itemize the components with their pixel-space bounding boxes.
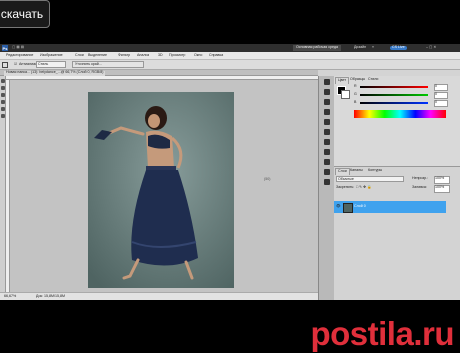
r-slider[interactable] xyxy=(360,86,428,88)
menu-item-view[interactable]: Просмотр xyxy=(169,53,185,58)
menu-item-image[interactable]: Изображение xyxy=(40,53,63,58)
menu-item-select[interactable]: Выделение xyxy=(88,53,107,58)
actions-icon[interactable] xyxy=(323,99,330,105)
tab-swatches[interactable]: Образцы xyxy=(350,77,365,82)
download-button[interactable]: скачать xyxy=(0,0,50,28)
menu-item-filter[interactable]: Фильтр xyxy=(118,53,130,58)
background-swatch[interactable] xyxy=(341,90,350,99)
tab-layers[interactable]: Слои xyxy=(335,168,350,175)
tab-color[interactable]: Цвет xyxy=(335,77,350,84)
zoom-readout[interactable]: 66,67% xyxy=(4,294,16,299)
postila-watermark: postila.ru xyxy=(310,315,454,352)
opacity-label: Непрозр.: xyxy=(412,176,429,180)
layer-thumbnail xyxy=(343,203,353,213)
paths-icon[interactable] xyxy=(323,139,330,145)
history-icon[interactable] xyxy=(323,89,330,95)
panel-icon-strip xyxy=(318,76,334,300)
layer-row[interactable]: 👁 Слой 0 xyxy=(334,201,446,213)
eraser-tool-icon[interactable] xyxy=(0,107,5,111)
character-icon[interactable] xyxy=(323,169,330,175)
window-controls[interactable]: – ▢ ✕ xyxy=(426,45,436,50)
b-label: B xyxy=(354,100,357,104)
r-label: R xyxy=(354,84,357,88)
canvas-scratch-label: (50) xyxy=(264,177,271,181)
doc-size-readout: Док: 15,8М/15,8М xyxy=(36,294,66,298)
application-bar: Ps ▢ ▦ ▤ Основная рабочая среда Дизайн »… xyxy=(0,44,460,52)
channels-icon[interactable] xyxy=(323,149,330,155)
paragraph-icon[interactable] xyxy=(323,179,330,185)
opacity-field[interactable]: 100% xyxy=(434,176,450,184)
visibility-eye-icon[interactable]: 👁 xyxy=(336,204,341,209)
layer-name[interactable]: Слой 0 xyxy=(354,204,366,209)
adjustments-icon[interactable] xyxy=(323,109,330,115)
lock-label: Закрепить: xyxy=(336,185,355,189)
menu-item-analysis[interactable]: Анализ xyxy=(137,53,149,58)
r-value[interactable]: 0 xyxy=(434,84,448,91)
blend-mode-select[interactable]: Обычные xyxy=(336,176,404,182)
color-spectrum[interactable] xyxy=(354,110,446,118)
antialias-label: Антиалиас xyxy=(19,62,37,66)
layers-panel: Слои Каналы Контуры Обычные Непрозр.: 10… xyxy=(334,166,460,300)
menu-item-help[interactable]: Справка xyxy=(209,53,223,58)
lock-icons[interactable]: □ ✎ ✥ 🔒 xyxy=(356,185,372,190)
dancer-photo xyxy=(88,92,234,288)
photoshop-logo: Ps xyxy=(2,45,8,51)
menu-item-edit[interactable]: Редактирование xyxy=(6,53,33,58)
brush-tool-icon[interactable] xyxy=(0,100,5,104)
color-panel: Цвет Образцы Стили R 0 G 0 B 0 xyxy=(334,76,460,166)
styles-icon[interactable] xyxy=(323,129,330,135)
b-value[interactable]: 0 xyxy=(434,100,448,107)
g-label: G xyxy=(354,92,357,96)
bridge-icon[interactable]: ▢ ▦ ▤ xyxy=(12,45,24,50)
download-button-label: скачать xyxy=(0,7,44,21)
b-slider[interactable] xyxy=(360,102,428,104)
fill-field[interactable]: 100% xyxy=(434,185,450,193)
options-bar: ☑ Антиалиас Стиль Уточнить край... xyxy=(0,60,460,70)
masks-icon[interactable] xyxy=(323,119,330,125)
antialias-checkbox[interactable]: ☑ xyxy=(14,62,17,67)
photoshop-window: Ps ▢ ▦ ▤ Основная рабочая среда Дизайн »… xyxy=(0,44,460,300)
menu-item-3d[interactable]: 3D xyxy=(158,53,163,58)
lasso-tool-icon[interactable] xyxy=(0,86,5,90)
design-workspace-link[interactable]: Дизайн xyxy=(354,45,366,50)
mini-bridge-icon[interactable] xyxy=(323,79,330,85)
tab-paths[interactable]: Контуры xyxy=(368,168,382,173)
workspace-menu-icon[interactable]: » xyxy=(372,45,374,50)
menu-item-window[interactable]: Окно xyxy=(194,53,202,58)
fill-label: Заливка: xyxy=(412,185,427,189)
menu-item-layers[interactable]: Слои xyxy=(75,53,84,58)
menu-bar: Редактирование Изображение Слои Выделени… xyxy=(0,52,460,60)
crop-tool-icon[interactable] xyxy=(0,93,5,97)
right-panels: Цвет Образцы Стили R 0 G 0 B 0 Слои Кана… xyxy=(334,76,460,300)
tab-styles[interactable]: Стили xyxy=(368,77,378,82)
g-value[interactable]: 0 xyxy=(434,92,448,99)
document-photo[interactable] xyxy=(88,92,234,288)
tab-channels[interactable]: Каналы xyxy=(350,168,363,173)
g-slider[interactable] xyxy=(360,94,428,96)
workspace-button[interactable]: Основная рабочая среда xyxy=(293,45,342,51)
style-select[interactable]: Стиль xyxy=(36,61,66,68)
cs-live-button[interactable]: CS Live xyxy=(390,45,407,50)
marquee-tool-icon[interactable] xyxy=(2,62,8,68)
3d-icon[interactable] xyxy=(323,159,330,165)
text-tool-icon[interactable] xyxy=(0,114,5,118)
move-tool-icon[interactable] xyxy=(0,79,5,83)
refine-edge-button[interactable]: Уточнить край... xyxy=(72,61,144,68)
status-bar: 66,67% Док: 15,8М/15,8М xyxy=(0,292,318,300)
